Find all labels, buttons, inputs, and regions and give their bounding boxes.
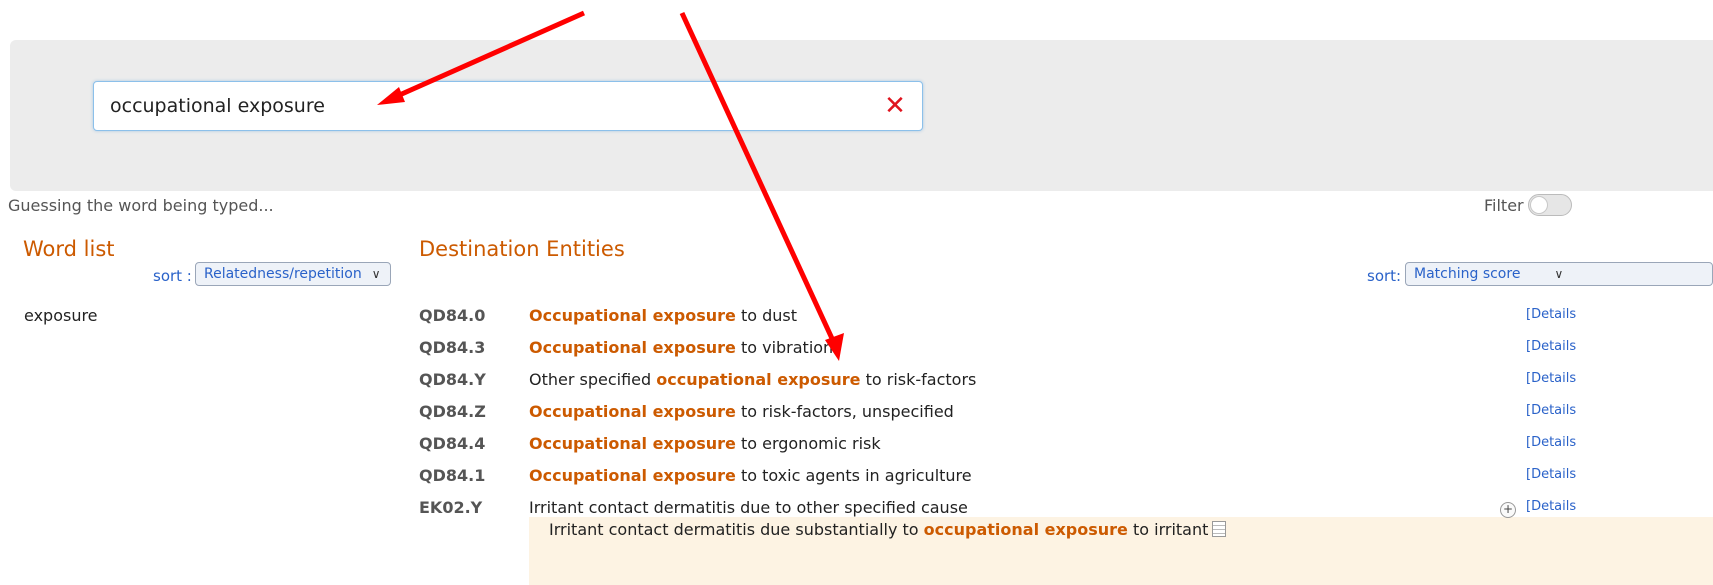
word-list-sort-label: sort : — [153, 267, 192, 285]
entity-row: QD84.Y Other specified occupational expos… — [419, 370, 1713, 402]
entity-row: QD84.4 Occupational exposure to ergonomic… — [419, 434, 1713, 466]
entities-title: Destination Entities — [419, 237, 625, 261]
entity-code[interactable]: QD84.Z — [419, 402, 486, 422]
child-entity-title[interactable]: Irritant contact dermatitis due substant… — [549, 520, 1227, 540]
details-link[interactable]: [Details — [1526, 403, 1576, 418]
entity-code[interactable]: EK02.Y — [419, 498, 482, 518]
entity-code[interactable]: QD84.3 — [419, 338, 485, 358]
word-list-title: Word list — [23, 237, 115, 261]
filter-toggle[interactable] — [1528, 194, 1572, 216]
entity-code[interactable]: QD84.1 — [419, 466, 485, 486]
toggle-knob — [1530, 196, 1548, 214]
word-list-sort-select[interactable]: Relatedness/repetition ∨ — [195, 262, 391, 286]
entity-title[interactable]: Occupational exposure to risk-factors, u… — [529, 402, 954, 422]
guess-status-text: Guessing the word being typed... — [8, 196, 274, 215]
hierarchy-icon[interactable] — [1212, 520, 1227, 537]
entity-code[interactable]: QD84.Y — [419, 370, 486, 390]
details-link[interactable]: [Details — [1526, 339, 1576, 354]
word-list-sort-value: Relatedness/repetition — [204, 266, 362, 282]
word-list-item[interactable]: exposure — [24, 306, 98, 325]
details-link[interactable]: [Details — [1526, 467, 1576, 482]
entity-row: QD84.0 Occupational exposure to dust [Deta… — [419, 306, 1713, 338]
expand-icon[interactable]: + — [1500, 502, 1516, 518]
entities-sort-select[interactable]: Matching score ∨ — [1405, 262, 1713, 286]
entity-row: QD84.3 Occupational exposure to vibration… — [419, 338, 1713, 370]
entities-sort-value: Matching score — [1414, 266, 1521, 282]
entities-sort-label: sort: — [1367, 267, 1402, 285]
entity-title[interactable]: Occupational exposure to dust — [529, 306, 797, 326]
chevron-down-icon: ∨ — [1554, 267, 1564, 281]
details-link[interactable]: [Details — [1526, 435, 1576, 450]
filter-label: Filter — [1484, 196, 1524, 215]
details-link[interactable]: [Details — [1526, 499, 1576, 514]
entity-code[interactable]: QD84.4 — [419, 434, 485, 454]
entity-title[interactable]: Occupational exposure to toxic agents in… — [529, 466, 972, 486]
details-link[interactable]: [Details — [1526, 371, 1576, 386]
entity-title[interactable]: Irritant contact dermatitis due to other… — [529, 498, 968, 518]
entity-title[interactable]: Occupational exposure to ergonomic risk — [529, 434, 881, 454]
entity-code[interactable]: QD84.0 — [419, 306, 485, 326]
details-link[interactable]: [Details — [1526, 307, 1576, 322]
close-icon[interactable]: ✕ — [884, 93, 906, 119]
entity-row: QD84.Z Occupational exposure to risk-fact… — [419, 402, 1713, 434]
search-box[interactable]: ✕ — [93, 81, 923, 131]
entity-row: QD84.1 Occupational exposure to toxic age… — [419, 466, 1713, 498]
search-input[interactable] — [110, 82, 870, 130]
entity-title[interactable]: Other specified occupational exposure to… — [529, 370, 976, 390]
entity-title[interactable]: Occupational exposure to vibration — [529, 338, 833, 358]
chevron-down-icon: ∨ — [371, 267, 381, 281]
